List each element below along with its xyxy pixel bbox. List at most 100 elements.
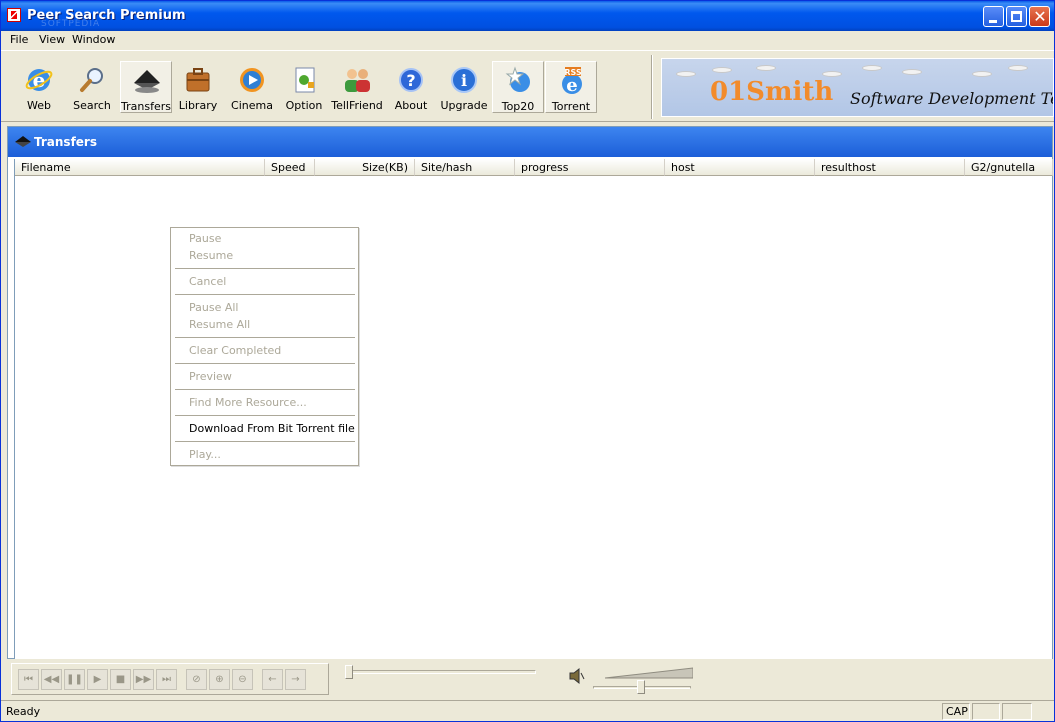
table-header: Filename Speed Size(KB) Site/hash progre… <box>15 159 1053 176</box>
skip-forward-icon: ⏭ <box>162 674 171 685</box>
title-bar[interactable]: Peer Search Premium SOFTPEDIA ✕ <box>1 1 1054 31</box>
toolbar-label: Option <box>285 99 323 112</box>
zoom-in-button[interactable]: ⊕ <box>209 669 230 690</box>
menu-pause-all[interactable]: Pause All <box>189 301 238 314</box>
toolbar-label: TellFriend <box>331 99 383 112</box>
status-panel <box>972 703 1000 720</box>
svg-text:i: i <box>461 71 467 90</box>
menu-pause[interactable]: Pause <box>189 232 221 245</box>
context-menu: Pause Resume Cancel Pause All Resume All… <box>170 227 359 466</box>
menu-cancel[interactable]: Cancel <box>189 275 226 288</box>
player-controls: ⏮ ◀◀ ❚❚ ▶ ■ ▶▶ ⏭ ⊘ ⊕ ⊖ ← → <box>1 661 1054 699</box>
star-globe-icon <box>505 66 530 92</box>
transfers-icon <box>134 70 160 93</box>
toolbar-torrent-button[interactable]: e RSS Torrent <box>545 61 597 113</box>
banner-brand: 01Smith <box>710 77 834 107</box>
toolbar-search-button[interactable]: Search <box>66 61 118 113</box>
menu-resume-all[interactable]: Resume All <box>189 318 250 331</box>
next-track-button[interactable]: ⏭ <box>156 669 177 690</box>
toolbar-separator <box>651 55 653 119</box>
info-icon: i <box>451 67 477 93</box>
menu-view[interactable]: View <box>39 33 65 46</box>
menu-preview[interactable]: Preview <box>189 370 232 383</box>
menu-resume[interactable]: Resume <box>189 249 233 262</box>
pause-button[interactable]: ❚❚ <box>64 669 85 690</box>
play-icon: ▶ <box>93 674 102 685</box>
menu-clear-completed[interactable]: Clear Completed <box>189 344 281 357</box>
banner-decoration <box>972 71 992 77</box>
svg-text:RSS: RSS <box>564 68 582 77</box>
column-site-hash[interactable]: Site/hash <box>415 159 515 176</box>
arrow-right-icon: → <box>291 674 300 685</box>
volume-slider[interactable] <box>605 667 693 679</box>
menu-play[interactable]: Play... <box>189 448 221 461</box>
menu-separator <box>175 363 355 364</box>
play-button[interactable]: ▶ <box>87 669 108 690</box>
toolbar-label: Cinema <box>231 99 273 112</box>
options-icon <box>295 67 315 93</box>
menu-separator <box>175 268 355 269</box>
seek-slider-thumb[interactable] <box>345 665 353 679</box>
menu-window[interactable]: Window <box>72 33 115 46</box>
seek-track[interactable] <box>346 670 536 674</box>
banner-ad[interactable]: 01Smith Software Development Tea <box>661 58 1054 117</box>
rewind-icon: ◀◀ <box>43 674 60 685</box>
forward-button[interactable]: → <box>285 669 306 690</box>
banner-decoration <box>1008 65 1028 71</box>
banner-decoration <box>902 69 922 75</box>
toolbar-label: Search <box>73 99 111 112</box>
toolbar-upgrade-button[interactable]: i Upgrade <box>438 61 490 113</box>
stop-icon: ■ <box>115 674 126 685</box>
previous-track-button[interactable]: ⏮ <box>18 669 39 690</box>
close-icon: ✕ <box>1033 7 1047 26</box>
banner-decoration <box>712 67 732 73</box>
column-resulthost[interactable]: resulthost <box>815 159 965 176</box>
toolbar-label: Upgrade <box>440 99 488 112</box>
speaker-icon[interactable] <box>568 667 586 685</box>
menu-separator <box>175 441 355 442</box>
fast-forward-button[interactable]: ▶▶ <box>133 669 154 690</box>
minimize-button[interactable] <box>983 6 1004 27</box>
skip-back-icon: ⏮ <box>24 674 33 685</box>
menu-find-more-resource[interactable]: Find More Resource... <box>189 396 307 409</box>
column-g2-gnutella[interactable]: G2/gnutella <box>965 159 1053 176</box>
menu-file[interactable]: File <box>10 33 28 46</box>
close-button[interactable]: ✕ <box>1029 6 1050 27</box>
help-icon: ? <box>399 68 423 92</box>
caps-lock-indicator: CAP <box>942 703 970 720</box>
media-player-icon <box>240 68 264 92</box>
column-speed[interactable]: Speed <box>265 159 315 176</box>
back-button[interactable]: ← <box>262 669 283 690</box>
column-host[interactable]: host <box>665 159 815 176</box>
column-filename[interactable]: Filename <box>15 159 265 176</box>
rewind-button[interactable]: ◀◀ <box>41 669 62 690</box>
toolbar-option-button[interactable]: Option <box>278 61 330 113</box>
app-icon[interactable] <box>7 8 21 22</box>
app-window: Peer Search Premium SOFTPEDIA ✕ File Vie… <box>0 0 1055 722</box>
stop-button[interactable]: ■ <box>110 669 131 690</box>
status-bar: Ready CAP <box>1 700 1054 721</box>
toolbar-web-button[interactable]: e Web <box>13 61 65 113</box>
svg-text:e: e <box>566 75 577 96</box>
toolbar-tellfriend-button[interactable]: TellFriend <box>331 61 383 113</box>
menu-download-from-torrent[interactable]: Download From Bit Torrent file <box>189 422 355 435</box>
toolbar-top20-button[interactable]: Top20 <box>492 61 544 113</box>
toolbar-transfers-button[interactable]: Transfers <box>120 61 172 113</box>
maximize-button[interactable] <box>1006 6 1027 27</box>
panel-header: Transfers <box>8 127 1052 157</box>
zoom-none-button[interactable]: ⊘ <box>186 669 207 690</box>
transfers-icon <box>15 136 31 147</box>
toolbar-label: Web <box>27 99 51 112</box>
balance-slider-thumb[interactable] <box>637 680 645 694</box>
column-size[interactable]: Size(KB) <box>315 159 415 176</box>
column-progress[interactable]: progress <box>515 159 665 176</box>
menu-separator <box>175 389 355 390</box>
banner-decoration <box>862 65 882 71</box>
toolbar-cinema-button[interactable]: Cinema <box>226 61 278 113</box>
toolbar-library-button[interactable]: Library <box>172 61 224 113</box>
status-text: Ready <box>6 705 41 718</box>
menu-separator <box>175 294 355 295</box>
library-briefcase-icon <box>186 68 210 92</box>
toolbar-about-button[interactable]: ? About <box>385 61 437 113</box>
zoom-out-button[interactable]: ⊖ <box>232 669 253 690</box>
